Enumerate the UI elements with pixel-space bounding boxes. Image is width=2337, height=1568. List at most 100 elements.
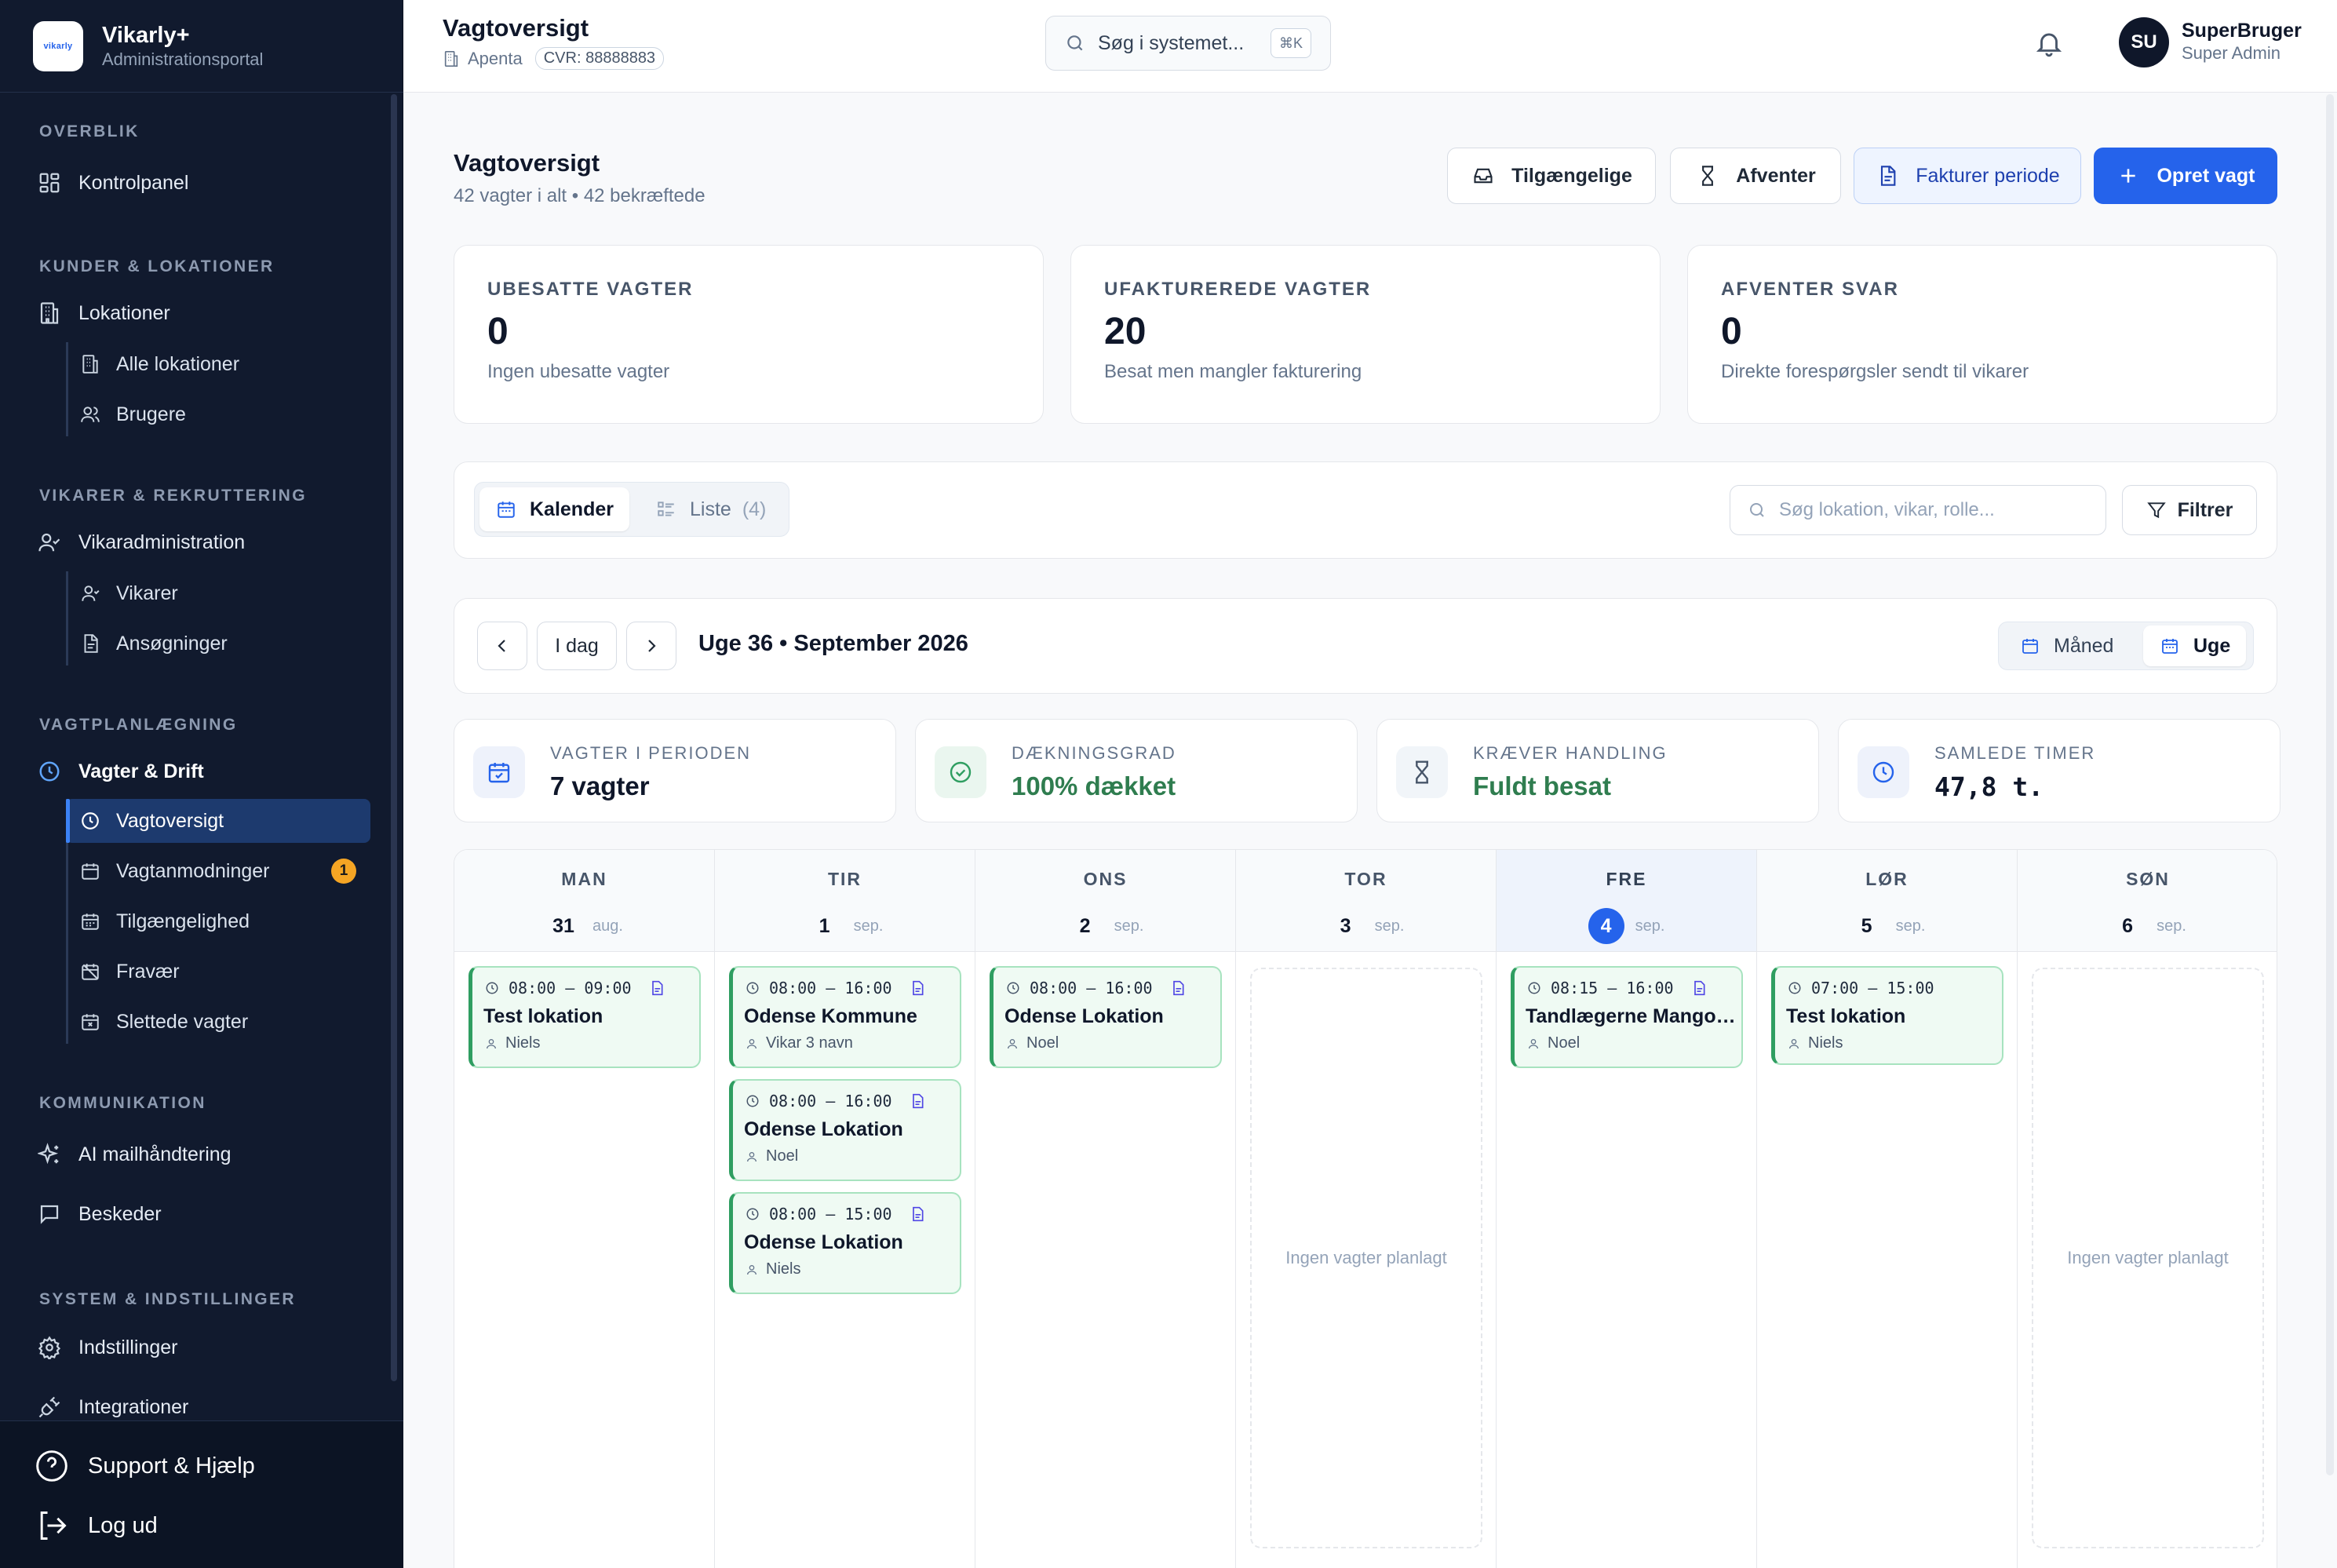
filter-button[interactable]: Filtrer bbox=[2122, 485, 2257, 535]
sidebar-scrollbar[interactable] bbox=[391, 94, 397, 1381]
day-of-week: TOR bbox=[1344, 869, 1387, 889]
cvr-badge: CVR: 88888883 bbox=[534, 47, 665, 70]
sidebar-item-ai-mail[interactable]: AI mailhåndtering bbox=[36, 1136, 232, 1172]
kpi-value: 7 vagter bbox=[550, 771, 650, 800]
stat-desc: Direkte forespørgsler sendt til vikarer bbox=[1721, 361, 2029, 382]
user-menu[interactable]: SuperBruger Super Admin bbox=[2182, 19, 2302, 64]
sidebar-item-availability[interactable]: Tilgængelighed bbox=[66, 899, 370, 943]
available-label: Tilgængelige bbox=[1511, 164, 1632, 187]
shift-card[interactable]: 08:00 – 15:00 Odense Lokation Niels bbox=[729, 1192, 961, 1294]
sidebar-item-label: Vikarer bbox=[116, 582, 178, 604]
sidebar-item-label: AI mailhåndtering bbox=[78, 1143, 232, 1165]
clock-icon bbox=[1858, 746, 1909, 798]
shift-location: Odense Lokation bbox=[744, 1231, 903, 1253]
sidebar-item-temp-admin[interactable]: Vikaradministration bbox=[36, 524, 245, 560]
logout-link[interactable]: Log ud bbox=[33, 1506, 158, 1545]
pending-button[interactable]: Afventer bbox=[1670, 148, 1841, 204]
sidebar-item-users[interactable]: Brugere bbox=[66, 392, 370, 436]
section-overview: OVERBLIK bbox=[39, 122, 140, 140]
shift-card[interactable]: 07:00 – 15:00 Test lokation Niels bbox=[1771, 966, 2003, 1065]
search-placeholder: Søg i systemet... bbox=[1098, 31, 1245, 54]
shift-search-input[interactable]: Søg lokation, vikar, rolle... bbox=[1730, 485, 2106, 535]
hourglass-icon bbox=[1396, 746, 1448, 798]
kpi-label: VAGTER I PERIODEN bbox=[550, 743, 752, 763]
shift-card[interactable]: 08:00 – 16:00 Odense Lokation Noel bbox=[729, 1079, 961, 1181]
page-title: Vagtoversigt bbox=[454, 149, 600, 177]
day-column-fri: FRE 4 sep. 08:15 – 16:00 Tandlægerne Mang… bbox=[1497, 850, 1757, 1568]
prev-week-button[interactable] bbox=[477, 622, 527, 670]
tab-week[interactable]: Uge bbox=[2143, 625, 2247, 666]
sidebar-item-messages[interactable]: Beskeder bbox=[36, 1196, 162, 1232]
day-month: sep. bbox=[853, 917, 884, 935]
day-of-week: SØN bbox=[2126, 869, 2170, 889]
calendar-icon bbox=[2019, 635, 2041, 657]
sidebar-item-applications[interactable]: Ansøgninger bbox=[66, 622, 370, 665]
day-column-wed: ONS 2 sep. 08:00 – 16:00 Odense Lokation … bbox=[975, 850, 1236, 1568]
sidebar-item-label: Lokationer bbox=[78, 301, 170, 324]
stat-desc: Ingen ubesatte vagter bbox=[487, 361, 670, 382]
sidebar-item-label: Vagtoversigt bbox=[116, 809, 224, 832]
calendar-icon bbox=[78, 910, 102, 933]
shift-card[interactable]: 08:00 – 16:00 Odense Lokation Noel bbox=[990, 966, 1222, 1068]
user-icon bbox=[744, 1262, 760, 1278]
day-number: 31 bbox=[552, 914, 574, 937]
shift-card[interactable]: 08:00 – 09:00 Test lokation Niels bbox=[468, 966, 701, 1068]
shift-person: Vikar 3 navn bbox=[766, 1034, 853, 1052]
calendar-icon bbox=[2159, 635, 2181, 657]
page-subtitle: 42 vagter i alt • 42 bekræftede bbox=[454, 185, 705, 206]
sidebar-item-temps[interactable]: Vikarer bbox=[66, 571, 370, 615]
shift-location: Odense Kommune bbox=[744, 1005, 917, 1027]
user-icon bbox=[744, 1149, 760, 1165]
day-header: TOR 3 sep. bbox=[1236, 850, 1496, 952]
sidebar-item-all-locations[interactable]: Alle lokationer bbox=[66, 342, 370, 386]
filter-label: Filtrer bbox=[2177, 498, 2233, 521]
stat-label: AFVENTER SVAR bbox=[1721, 279, 1899, 300]
day-of-week: FRE bbox=[1606, 869, 1647, 889]
shift-person: Niels bbox=[1808, 1034, 1843, 1052]
notification-badge: 1 bbox=[331, 859, 356, 884]
section-planning: VAGTPLANLÆGNING bbox=[39, 716, 238, 734]
create-shift-button[interactable]: Opret vagt bbox=[2094, 148, 2277, 204]
sidebar-item-settings[interactable]: Indstillinger bbox=[36, 1329, 177, 1366]
inbox-icon bbox=[1471, 163, 1496, 188]
global-search[interactable]: Søg i systemet... ⌘K bbox=[1045, 16, 1331, 71]
tab-month[interactable]: Måned bbox=[2003, 625, 2129, 666]
calendar-icon bbox=[78, 859, 102, 883]
day-month: aug. bbox=[592, 917, 623, 935]
kpi-label: SAMLEDE TIMER bbox=[1934, 743, 2096, 763]
next-week-button[interactable] bbox=[626, 622, 676, 670]
tab-list[interactable]: Liste (4) bbox=[640, 487, 782, 531]
sidebar-item-shift-overview[interactable]: Vagtoversigt bbox=[66, 799, 370, 843]
available-button[interactable]: Tilgængelige bbox=[1447, 148, 1656, 204]
sidebar-item-dashboard[interactable]: Kontrolpanel bbox=[36, 165, 188, 201]
brand-subtitle: Administrationsportal bbox=[102, 49, 264, 69]
document-icon bbox=[78, 632, 102, 655]
shift-card[interactable]: 08:00 – 16:00 Odense Kommune Vikar 3 nav… bbox=[729, 966, 961, 1068]
section-temps: VIKARER & REKRUTTERING bbox=[39, 487, 307, 505]
sidebar-item-locations[interactable]: Lokationer bbox=[36, 295, 170, 331]
shift-location: Odense Lokation bbox=[1004, 1005, 1164, 1027]
notifications-bell-icon[interactable] bbox=[2029, 24, 2069, 63]
help-icon bbox=[33, 1447, 71, 1485]
kpi-total-hours: SAMLEDE TIMER 47,8 t. bbox=[1838, 719, 2280, 822]
sidebar-item-deleted-shifts[interactable]: Slettede vagter bbox=[66, 1000, 370, 1044]
brand[interactable]: vikarly Vikarly+ Administrationsportal bbox=[0, 0, 403, 93]
plus-icon bbox=[2116, 163, 2141, 188]
today-button[interactable]: I dag bbox=[537, 622, 617, 670]
shift-person: Niels bbox=[766, 1260, 801, 1278]
gear-icon bbox=[36, 1334, 63, 1361]
day-month: sep. bbox=[2157, 917, 2186, 935]
sidebar-item-shifts-ops[interactable]: Vagter & Drift bbox=[36, 753, 204, 789]
tab-calendar[interactable]: Kalender bbox=[479, 487, 629, 531]
support-link[interactable]: Support & Hjælp bbox=[33, 1446, 255, 1486]
sidebar-item-absence[interactable]: Fravær bbox=[66, 950, 370, 994]
page-scrollbar[interactable] bbox=[2326, 94, 2334, 1475]
invoice-period-button[interactable]: Fakturer periode bbox=[1854, 148, 2081, 204]
day-number: 5 bbox=[1861, 914, 1872, 937]
calendar-off-icon bbox=[78, 960, 102, 983]
clock-icon bbox=[36, 758, 63, 785]
day-header: MAN 31 aug. bbox=[454, 850, 714, 952]
avatar[interactable]: SU bbox=[2119, 17, 2169, 67]
shift-card[interactable]: 08:15 – 16:00 Tandlægerne Mangor & Hviid… bbox=[1511, 966, 1743, 1068]
sidebar-item-shift-requests[interactable]: Vagtanmodninger 1 bbox=[66, 849, 370, 893]
